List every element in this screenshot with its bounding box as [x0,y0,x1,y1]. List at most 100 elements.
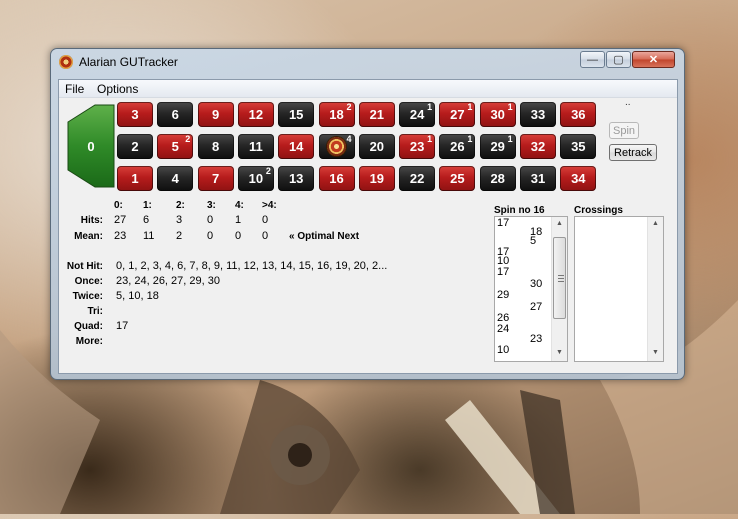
number-label: 3 [131,107,139,122]
scroll-up-icon[interactable]: ▲ [648,220,663,227]
number-label: 2 [131,139,139,154]
number-label: 7 [211,171,220,186]
number-cell-8[interactable]: 8 [197,134,234,159]
hit-count-badge: 4 [346,134,352,144]
number-label: 9 [211,107,220,122]
grip-line [558,278,564,279]
number-cell-20[interactable]: 20 [358,134,395,159]
number-cell-31[interactable]: 31 [520,166,556,191]
roulette-app-icon [59,55,73,69]
number-cell-13[interactable]: 13 [278,166,315,191]
spin-entry: 5 [530,235,537,247]
number-cell-25[interactable]: 25 [439,166,476,191]
hits-value: 0 [207,214,214,226]
number-cell-10[interactable]: 10 2 [237,166,274,191]
number-cell-26[interactable]: 26 1 [439,134,476,159]
number-cell-19[interactable]: 19 [358,166,395,191]
number-label: 18 [329,107,344,122]
number-label: 23 [409,139,425,154]
number-cell-28[interactable]: 28 [479,166,516,191]
number-cell-12[interactable]: 12 [237,102,274,127]
zero-cell[interactable]: 0 [67,104,115,188]
hit-count-badge: 1 [507,134,513,144]
number-cell-16[interactable]: 16 [318,166,355,191]
menu-bar: File Options [59,80,677,98]
window-title: Alarian GUTracker [79,55,178,69]
zero-label: 0 [87,138,95,154]
spin-history-title: Spin no 16 [494,205,545,216]
number-cell-5[interactable]: 52 [157,134,194,159]
number-label: 8 [211,139,220,154]
number-label: 20 [369,139,385,154]
spin-entry: 17 [497,266,510,278]
hit-list-value: 0, 1, 2, 3, 4, 6, 7, 8, 9, 11, 12, 13, 1… [116,260,388,272]
number-cell-3[interactable]: 3 [117,102,153,127]
spin-history-scrollbar[interactable]: ▲ ▼ [551,217,567,361]
number-cell-23[interactable]: 23 1 [399,134,436,159]
scroll-thumb[interactable] [553,237,566,319]
hit-count-badge: 2 [265,166,271,176]
number-cell-32[interactable]: 32 [520,134,556,159]
crossings-list[interactable]: ▲ ▼ [574,216,664,362]
number-label: 36 [571,107,586,122]
hit-count-badge: 1 [427,134,433,144]
number-label: 29 [490,139,505,154]
number-cell-24[interactable]: 24 1 [399,102,436,127]
hits-value: 1 [235,214,242,226]
number-cell-21[interactable]: 21 [358,102,395,127]
retrack-button[interactable]: Retrack [609,144,657,161]
number-cell-9[interactable]: 9 [197,102,234,127]
spin-button[interactable]: Spin [609,122,639,139]
optimal-next-label: « Optimal Next [289,231,360,242]
hit-count-badge: 1 [507,102,513,112]
spin-entry: 29 [497,289,510,301]
hits-value: 27 [114,214,127,226]
spin-entry: 23 [530,333,543,345]
close-button[interactable]: ✕ [632,51,675,68]
number-cell-27[interactable]: 27 1 [439,102,476,127]
number-cell-22[interactable]: 22 [399,166,436,191]
number-cell-33[interactable]: 33 [520,102,556,127]
number-cell-7[interactable]: 7 [197,166,234,191]
number-cell-1[interactable]: 1 [117,166,153,191]
hit-list-label: Once: [74,276,103,287]
number-label: 26 [450,139,465,154]
number-cell-2[interactable]: 2 [117,134,153,159]
number-label: 19 [369,171,385,186]
status-dots: .. [625,97,631,108]
number-cell-14[interactable]: 14 [278,134,315,159]
spin-history-list[interactable]: 17 18 5 17 10 17 30 29 27 26 24 23 10 ▲ ▼ [494,216,568,362]
stat-column-header: 4: [235,200,244,211]
number-cell-18[interactable]: 18 2 [318,102,355,127]
number-cell-4[interactable]: 4 [157,166,194,191]
menu-file[interactable]: File [65,82,84,96]
menu-options[interactable]: Options [97,82,138,96]
hit-count-badge: 1 [467,134,473,144]
mean-value: 0 [207,230,214,242]
number-cell-6[interactable]: 6 [157,102,194,127]
minimize-button[interactable]: — [580,51,605,68]
scroll-up-icon[interactable]: ▲ [552,220,567,227]
scroll-down-icon[interactable]: ▼ [552,349,567,356]
hit-list-label: Not Hit: [66,261,103,272]
number-label: 14 [288,139,304,154]
number-label: 5 [171,139,179,154]
roulette-wheel-icon [327,137,346,156]
number-cell-29[interactable]: 29 1 [479,134,516,159]
number-label: 28 [490,171,505,186]
number-cell-30[interactable]: 30 1 [479,102,516,127]
crossings-scrollbar[interactable]: ▲ ▼ [647,217,663,361]
mean-value: 2 [176,230,183,242]
number-label: 33 [530,107,546,122]
number-cell-11[interactable]: 11 [237,134,274,159]
maximize-button[interactable]: ▢ [606,51,631,68]
number-cell-35[interactable]: 35 [560,134,597,159]
number-label: 31 [530,171,546,186]
roulette-wheel-cell[interactable]: 4 [318,134,355,159]
title-bar[interactable]: Alarian GUTracker — ▢ ✕ [51,49,684,79]
scroll-down-icon[interactable]: ▼ [648,349,663,356]
number-cell-34[interactable]: 34 [560,166,597,191]
number-cell-36[interactable]: 36 [560,102,597,127]
spin-entry: 24 [497,323,510,335]
number-cell-15[interactable]: 15 [278,102,315,127]
